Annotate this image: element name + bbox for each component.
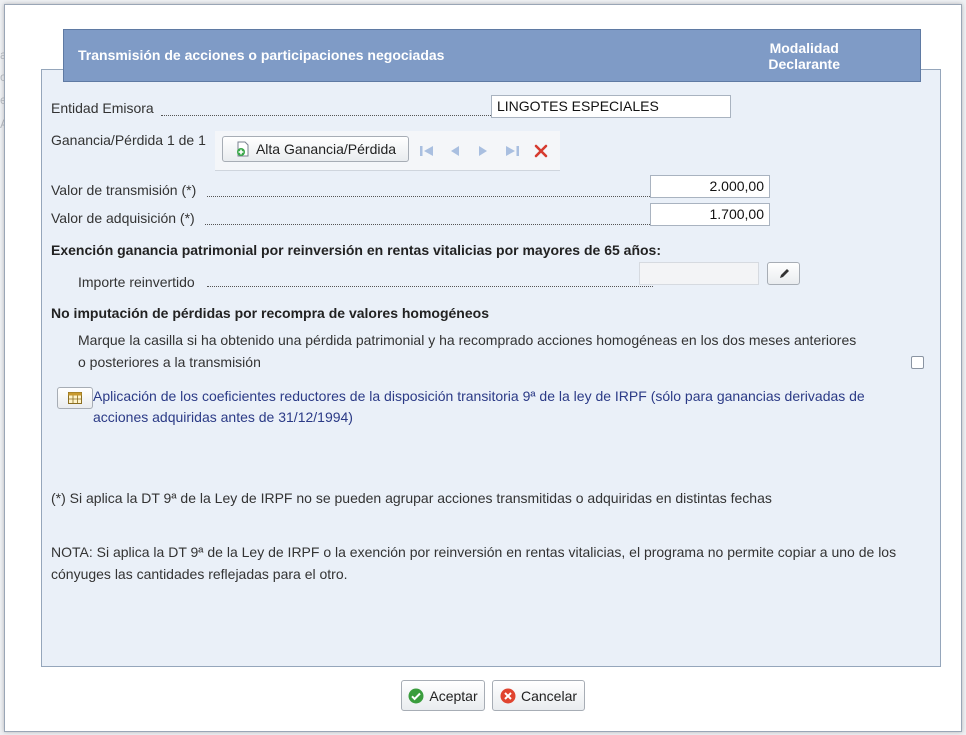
valor-adquisicion-label: Valor de adquisición (*) [51,210,195,226]
coeficientes-link-line2: acciones adquiridas antes de 31/12/1994) [93,409,353,425]
coeficientes-table-button[interactable] [57,387,93,409]
modalidad-line1: Modalidad [769,40,839,56]
entidad-emisora-label: Entidad Emisora [51,100,154,116]
nota-line2: cónyuges las cantidades reflejadas para … [51,566,348,582]
modalidad-label: Modalidad Declarante [768,40,840,72]
add-document-icon [236,141,249,157]
dialog-header: Transmisión de acciones o participacione… [63,29,921,82]
check-icon [408,688,424,703]
no-imputacion-line2: o posteriores a la transmisión [78,354,261,370]
importe-reinvertido-input[interactable] [639,262,759,285]
recompra-checkbox[interactable] [911,356,924,369]
valor-adquisicion-input[interactable]: 1.700,00 [650,203,770,226]
ganancia-perdida-counter: Ganancia/Pérdida 1 de 1 [51,132,206,148]
nota-text: NOTA: Si aplica la DT 9ª de la Ley de IR… [51,541,931,585]
next-record-icon[interactable] [475,144,491,158]
table-icon [68,392,82,404]
valor-transmision-label: Valor de transmisión (*) [51,182,197,198]
exencion-heading: Exención ganancia patrimonial por reinve… [51,242,661,258]
dotted-leader [205,224,650,225]
previous-record-icon[interactable] [447,144,463,158]
cancelar-label: Cancelar [520,687,578,704]
modalidad-line2: Declarante [768,56,840,72]
no-imputacion-text: Marque la casilla si ha obtenido una pér… [78,329,908,373]
importe-reinvertido-label: Importe reinvertido [78,274,195,290]
alta-ganancia-button[interactable]: Alta Ganancia/Pérdida [222,136,409,162]
asterisk-note: (*) Si aplica la DT 9ª de la Ley de IRPF… [51,490,772,506]
cancel-icon [500,688,516,703]
dotted-leader [207,196,650,197]
transmision-dialog: Transmisión de acciones o participacione… [4,4,962,732]
coeficientes-link[interactable]: Aplicación de los coeficientes reductore… [93,386,913,428]
pencil-icon [779,268,789,278]
cancelar-button[interactable]: Cancelar [492,680,585,711]
dotted-leader [161,115,491,116]
first-record-icon[interactable] [419,144,435,158]
coeficientes-link-line1: Aplicación de los coeficientes reductore… [93,388,865,404]
entidad-emisora-input[interactable]: LINGOTES ESPECIALES [491,95,731,118]
edit-importe-button[interactable] [767,262,800,285]
delete-icon[interactable] [533,144,549,158]
last-record-icon[interactable] [504,144,520,158]
no-imputacion-heading: No imputación de pérdidas por recompra d… [51,305,489,321]
nota-line1: NOTA: Si aplica la DT 9ª de la Ley de IR… [51,544,897,560]
aceptar-button[interactable]: Aceptar [401,680,485,711]
aceptar-label: Aceptar [429,687,478,704]
alta-ganancia-label: Alta Ganancia/Pérdida [255,141,397,157]
dialog-title: Transmisión de acciones o participacione… [78,47,445,63]
dotted-leader [207,286,653,287]
no-imputacion-line1: Marque la casilla si ha obtenido una pér… [78,332,857,348]
valor-transmision-input[interactable]: 2.000,00 [650,175,770,198]
